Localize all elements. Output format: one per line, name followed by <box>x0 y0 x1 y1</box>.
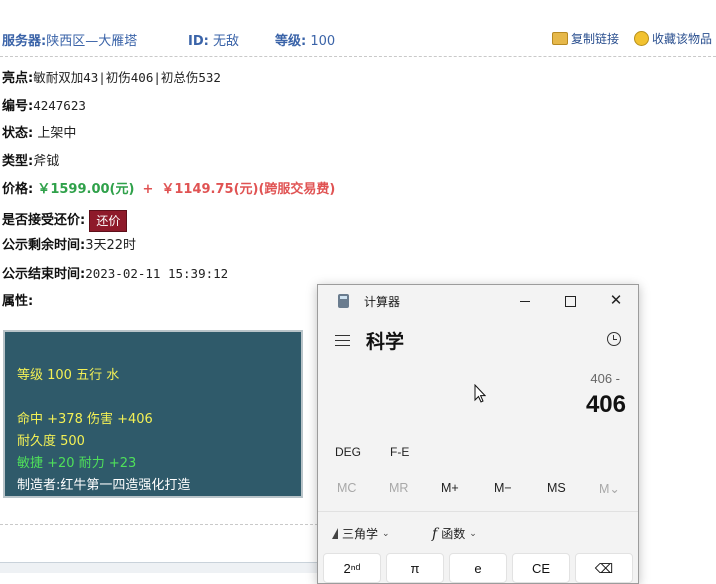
end-time-value: 2023-02-11 15:39:12 <box>85 266 229 281</box>
server-value: 陕西区—大雁塔 <box>46 34 138 49</box>
mouse-cursor-icon <box>474 384 486 403</box>
calculator-mode-title: 科学 <box>366 332 405 353</box>
minimize-icon <box>520 300 530 302</box>
counter-offer-row: 是否接受还价: 还价 <box>2 208 128 234</box>
maximize-icon <box>564 295 576 307</box>
favorite-label: 收藏该物品 <box>652 32 713 46</box>
menu-icon[interactable] <box>335 335 350 346</box>
highlight-label: 亮点: <box>2 71 34 86</box>
calculator-title: 计算器 <box>364 295 401 309</box>
mc-button[interactable]: MC <box>337 481 356 495</box>
attr-maker: 制造者:红牛第一四造强化打造 <box>17 478 191 493</box>
remaining-time-value: 3天22时 <box>85 238 137 253</box>
history-icon[interactable] <box>607 332 621 346</box>
function-label: 函数 <box>441 527 466 541</box>
copy-link-button[interactable]: 复制链接 <box>552 30 619 47</box>
close-button[interactable]: ✕ <box>601 289 631 313</box>
function-icon: f <box>432 525 438 542</box>
bottom-strip <box>0 562 318 573</box>
header-bar: 服务器:陕西区—大雁塔 ID: 无敌 等级: 100 复制链接 收藏该物品 <box>0 24 716 52</box>
m-plus-button[interactable]: M+ <box>441 481 459 495</box>
attr-level-element: 等级 100 五行 水 <box>17 368 120 383</box>
e-key[interactable]: e <box>449 553 507 583</box>
status-label: 状态: <box>2 126 34 141</box>
attr-durability: 耐久度 500 <box>17 434 85 449</box>
attr-agility-stamina: 敏捷 +20 耐力 +23 <box>17 456 137 471</box>
trigonometry-label: 三角学 <box>342 527 379 541</box>
cross-server-fee: ￥1149.75(元)(跨服交易费) <box>161 182 336 197</box>
chevron-down-icon: ⌄ <box>469 528 477 538</box>
attributes-row: 属性: <box>2 292 33 312</box>
calculator-titlebar[interactable]: 计算器 ✕ <box>318 285 638 317</box>
status-value: 上架中 <box>37 126 77 141</box>
clear-entry-key[interactable]: CE <box>512 553 570 583</box>
highlight-row: 亮点:敏耐双加43|初伤406|初总伤532 <box>2 68 221 88</box>
deg-button[interactable]: DEG <box>335 445 361 459</box>
mr-button[interactable]: MR <box>389 481 408 495</box>
function-dropdown[interactable]: f 函数 ⌄ <box>432 525 477 542</box>
remaining-time-row: 公示剩余时间:3天22时 <box>2 236 136 256</box>
server-label: 服务器: <box>2 34 47 49</box>
number-label: 编号: <box>2 99 34 114</box>
counter-offer-label: 是否接受还价: <box>2 213 86 228</box>
m-minus-button[interactable]: M− <box>494 481 512 495</box>
maximize-button[interactable] <box>555 289 585 313</box>
memory-list-button[interactable]: M⌄ <box>599 481 620 496</box>
attributes-panel: 等级 100 五行 水 命中 +378 伤害 +406 耐久度 500 敏捷 +… <box>3 330 303 498</box>
calculator-icon <box>338 294 349 308</box>
type-value: 斧钺 <box>33 154 60 169</box>
pi-key[interactable]: π <box>386 553 444 583</box>
id-label: ID: <box>188 34 209 49</box>
level-label: 等级: <box>275 34 307 49</box>
number-value: 4247623 <box>33 98 86 113</box>
header-divider <box>0 56 716 57</box>
status-row: 状态: 上架中 <box>2 124 76 144</box>
end-time-label: 公示结束时间: <box>2 267 86 282</box>
end-time-row: 公示结束时间:2023-02-11 15:39:12 <box>2 264 228 284</box>
number-row: 编号:4247623 <box>2 96 86 116</box>
type-row: 类型:斧钺 <box>2 152 59 172</box>
expression-display: 406 - <box>590 371 620 386</box>
second-function-key[interactable]: 2ⁿᵈ <box>323 553 381 583</box>
price-plus: + <box>142 182 154 197</box>
calculator-divider <box>318 511 638 512</box>
result-display: 406 <box>585 391 626 418</box>
copy-link-label: 复制链接 <box>571 32 620 46</box>
trigonometry-dropdown[interactable]: 三角学 ⌄ <box>332 525 390 542</box>
calculator-window[interactable]: 计算器 ✕ 科学 406 - 406 DEG F-E MC MR M+ M− M… <box>317 284 639 584</box>
favorite-button[interactable]: 收藏该物品 <box>634 30 712 47</box>
level-info: 等级: 100 <box>275 30 335 49</box>
close-icon: ✕ <box>609 292 623 309</box>
fe-button[interactable]: F-E <box>390 445 409 459</box>
level-value: 100 <box>310 34 336 49</box>
price-label: 价格: <box>2 182 34 197</box>
price-value: ￥1599.00(元) <box>37 182 135 197</box>
ms-button[interactable]: MS <box>547 481 566 495</box>
counter-offer-button[interactable]: 还价 <box>89 209 128 232</box>
chevron-down-icon: ⌄ <box>382 528 390 538</box>
server-info: 服务器:陕西区—大雁塔 <box>2 30 137 49</box>
favorite-icon <box>634 31 649 46</box>
attr-hit-damage: 命中 +378 伤害 +406 <box>17 412 153 427</box>
attributes-label: 属性: <box>2 294 34 309</box>
minimize-button[interactable] <box>510 289 540 313</box>
id-info: ID: 无敌 <box>188 30 239 49</box>
highlight-value: 敏耐双加43|初伤406|初总伤532 <box>33 70 221 85</box>
price-row: 价格: ￥1599.00(元) + ￥1149.75(元)(跨服交易费) <box>2 180 335 200</box>
type-label: 类型: <box>2 154 34 169</box>
remaining-time-label: 公示剩余时间: <box>2 238 86 253</box>
id-value: 无敌 <box>212 34 239 49</box>
triangle-icon <box>332 528 338 539</box>
folder-icon <box>552 32 568 45</box>
bottom-divider <box>0 524 318 525</box>
backspace-key[interactable]: ⌫ <box>575 553 633 583</box>
